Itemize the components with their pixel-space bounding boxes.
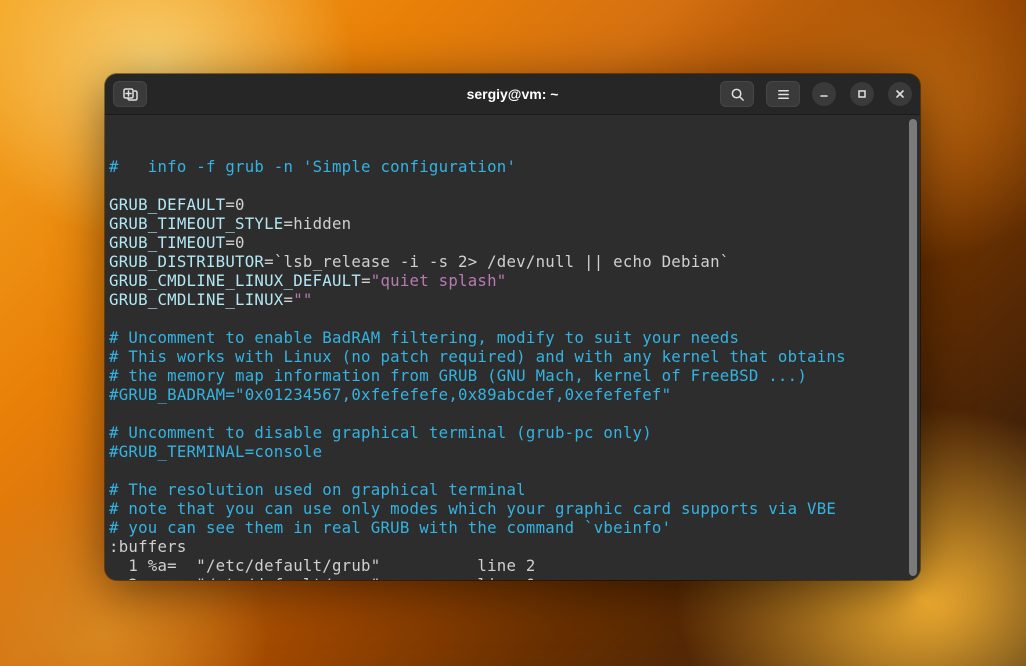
terminal-line: :buffers bbox=[109, 537, 920, 556]
titlebar-left-group bbox=[113, 81, 147, 107]
terminal-line: GRUB_DEFAULT=0 bbox=[109, 195, 920, 214]
maximize-icon bbox=[857, 89, 867, 99]
terminal-line: #GRUB_TERMINAL=console bbox=[109, 442, 920, 461]
terminal-line: 1 %a= "/etc/default/grub" line 2 bbox=[109, 556, 920, 575]
terminal-text-segment: "quiet splash" bbox=[371, 271, 507, 290]
terminal-line: # the memory map information from GRUB (… bbox=[109, 366, 920, 385]
terminal-text-segment: GRUB_CMDLINE_LINUX bbox=[109, 290, 284, 309]
terminal-text-segment: =`lsb_release -i -s 2> /dev/null || echo… bbox=[264, 252, 729, 271]
hamburger-icon bbox=[776, 87, 791, 102]
new-tab-icon bbox=[122, 86, 138, 102]
search-button[interactable] bbox=[720, 81, 754, 107]
minimize-icon bbox=[819, 89, 829, 99]
terminal-text-segment: 2 "/etc/default/cron" line 0 bbox=[109, 575, 536, 580]
terminal-line: # you can see them in real GRUB with the… bbox=[109, 518, 920, 537]
terminal-text-segment: GRUB_CMDLINE_LINUX_DEFAULT bbox=[109, 271, 361, 290]
terminal-text-segment: =0 bbox=[225, 195, 244, 214]
terminal-line: # Uncomment to enable BadRAM filtering, … bbox=[109, 328, 920, 347]
maximize-button[interactable] bbox=[850, 82, 874, 106]
scrollbar[interactable] bbox=[909, 119, 917, 576]
terminal-text-segment: GRUB_TIMEOUT_STYLE bbox=[109, 214, 284, 233]
terminal-line: GRUB_CMDLINE_LINUX="" bbox=[109, 290, 920, 309]
terminal-line: GRUB_DISTRIBUTOR=`lsb_release -i -s 2> /… bbox=[109, 252, 920, 271]
terminal-text-segment: # you can see them in real GRUB with the… bbox=[109, 518, 671, 537]
close-button[interactable] bbox=[888, 82, 912, 106]
terminal-window: sergiy@vm: ~ bbox=[105, 74, 920, 580]
close-icon bbox=[895, 89, 905, 99]
terminal-content-area[interactable]: # info -f grub -n 'Simple configuration'… bbox=[105, 115, 920, 580]
terminal-text-segment: 1 %a= "/etc/default/grub" line 2 bbox=[109, 556, 536, 575]
window-title: sergiy@vm: ~ bbox=[467, 86, 559, 102]
minimize-button[interactable] bbox=[812, 82, 836, 106]
terminal-line: # This works with Linux (no patch requir… bbox=[109, 347, 920, 366]
terminal-text-segment: :buffers bbox=[109, 537, 187, 556]
new-tab-button[interactable] bbox=[113, 81, 147, 107]
terminal-text-segment: # The resolution used on graphical termi… bbox=[109, 480, 526, 499]
search-icon bbox=[730, 87, 745, 102]
terminal-text-segment: # note that you can use only modes which… bbox=[109, 499, 836, 518]
terminal-text-segment: = bbox=[284, 290, 294, 309]
terminal-line bbox=[109, 176, 920, 195]
menu-button[interactable] bbox=[766, 81, 800, 107]
terminal-text-segment: =hidden bbox=[284, 214, 352, 233]
terminal-line: # The resolution used on graphical termi… bbox=[109, 480, 920, 499]
terminal-text-segment: # Uncomment to enable BadRAM filtering, … bbox=[109, 328, 739, 347]
terminal-text-segment: # Uncomment to disable graphical termina… bbox=[109, 423, 652, 442]
terminal-line: GRUB_TIMEOUT_STYLE=hidden bbox=[109, 214, 920, 233]
terminal-text-segment: #GRUB_BADRAM="0x01234567,0xfefefefe,0x89… bbox=[109, 385, 671, 404]
titlebar: sergiy@vm: ~ bbox=[105, 74, 920, 115]
terminal-text-segment: = bbox=[361, 271, 371, 290]
terminal-line bbox=[109, 309, 920, 328]
terminal-line bbox=[109, 404, 920, 423]
window-controls bbox=[812, 82, 912, 106]
terminal-text-segment: GRUB_DISTRIBUTOR bbox=[109, 252, 264, 271]
terminal-text-segment: # info -f grub -n 'Simple configuration' bbox=[109, 157, 516, 176]
terminal-text-segment: # the memory map information from GRUB (… bbox=[109, 366, 807, 385]
terminal-line: # info -f grub -n 'Simple configuration' bbox=[109, 157, 920, 176]
terminal-text-segment: GRUB_TIMEOUT bbox=[109, 233, 225, 252]
terminal-text-segment: #GRUB_TERMINAL=console bbox=[109, 442, 322, 461]
titlebar-right-group bbox=[720, 81, 912, 107]
terminal-line: GRUB_TIMEOUT=0 bbox=[109, 233, 920, 252]
terminal-text-segment: GRUB_DEFAULT bbox=[109, 195, 225, 214]
terminal-text-segment: "" bbox=[293, 290, 312, 309]
terminal-line: 2 "/etc/default/cron" line 0 bbox=[109, 575, 920, 580]
terminal-line bbox=[109, 461, 920, 480]
terminal-text-segment: # This works with Linux (no patch requir… bbox=[109, 347, 846, 366]
terminal-line: # note that you can use only modes which… bbox=[109, 499, 920, 518]
terminal-line: #GRUB_BADRAM="0x01234567,0xfefefefe,0x89… bbox=[109, 385, 920, 404]
terminal-text-segment: =0 bbox=[225, 233, 244, 252]
terminal-line: # Uncomment to disable graphical termina… bbox=[109, 423, 920, 442]
terminal-line: GRUB_CMDLINE_LINUX_DEFAULT="quiet splash… bbox=[109, 271, 920, 290]
